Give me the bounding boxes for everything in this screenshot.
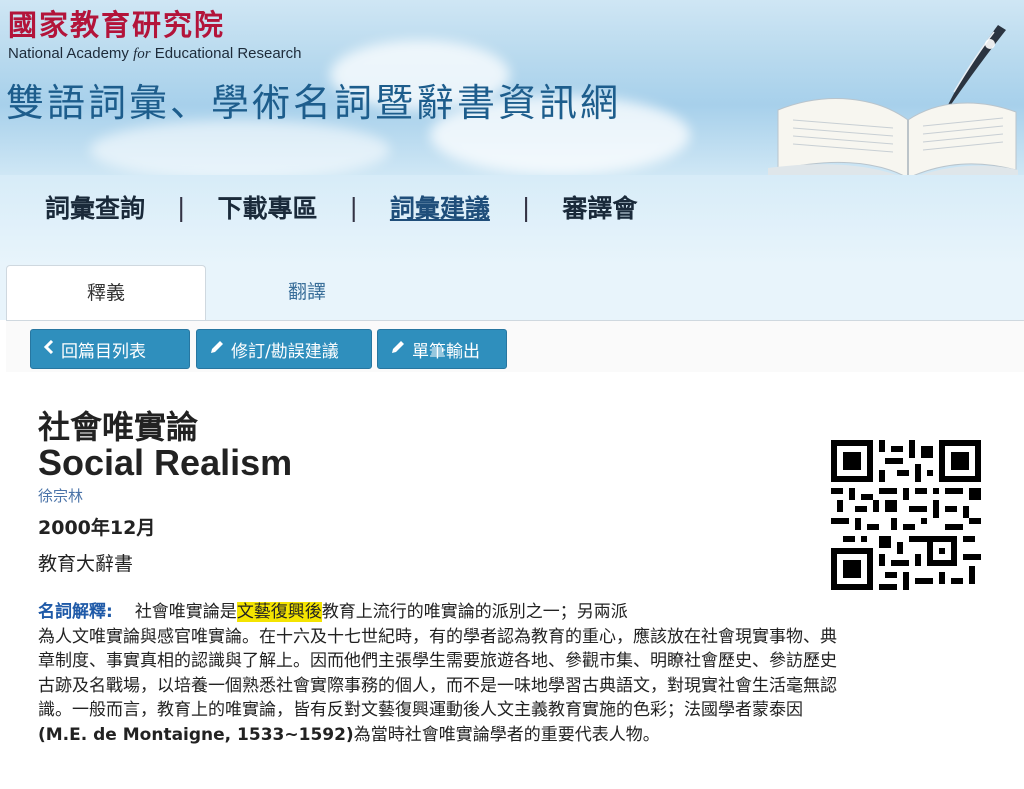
entry-content: 社會唯實論 Social Realism 徐宗林 2000年12月 教育大辭書 <box>6 372 1024 789</box>
nav-item-term-search[interactable]: 詞彙查詢 <box>45 189 145 225</box>
definition-line: (M.E. de Montaigne, 1533~1592)為當時社會唯實論學者… <box>38 723 1023 748</box>
definition-line: 古跡及名戰場，以培養一個熟悉社會實際事務的個人，而不是一味地學習古典語文，對現實… <box>38 675 837 696</box>
cloud-decoration <box>90 120 390 175</box>
nav-item-downloads[interactable]: 下載專區 <box>217 189 317 225</box>
tab-definition[interactable]: 釋義 <box>6 265 206 321</box>
main-nav-items: 詞彙查詢 | 下載專區 | 詞彙建議 | 審譯會 <box>45 189 637 225</box>
author-name: 徐宗林 <box>38 487 84 505</box>
definition-text-rest: 教育上流行的唯實論的派別之一；另兩派 <box>321 602 628 622</box>
main-nav: 詞彙查詢 | 下載專區 | 詞彙建議 | 審譯會 <box>0 175 1024 265</box>
definition-label: 名詞解釋: <box>38 602 113 622</box>
chevron-left-icon <box>43 339 55 359</box>
nav-separator: | <box>521 192 531 222</box>
definition-text-start: 社會唯實論是 <box>134 602 237 622</box>
header-banner: 國家教育研究院 National Academy for Educational… <box>0 0 1024 175</box>
tabs-bar: 釋義 翻譯 <box>0 265 1024 321</box>
action-toolbar: 回篇目列表 修訂/勘誤建議 單筆輸出 <box>6 320 1024 374</box>
org-logo-en[interactable]: National Academy for Educational Researc… <box>8 45 302 63</box>
export-single-button[interactable]: 單筆輸出 <box>377 329 507 369</box>
qr-code <box>831 440 981 590</box>
definition-line: 為人文唯實論與感官唯實論。在十六及十七世紀時，有的學者認為教育的重心，應該放在社… <box>38 626 837 647</box>
nav-separator: | <box>349 192 358 222</box>
definition-text-end: 為當時社會唯實論學者的重要代表人物。 <box>353 724 660 745</box>
definition-text: 名詞解釋: 社會唯實論是文藝復興後教育上流行的唯實論的派別之一；另兩派 為人文唯實… <box>38 600 1023 747</box>
suggest-correction-button[interactable]: 修訂/勘誤建議 <box>196 329 372 369</box>
definition-line: 章制度、事實真相的認識與了解上。因而他們主張學生需要旅遊各地、參觀市集、明瞭社會… <box>38 651 837 671</box>
citation-name: (M.E. de Montaigne, 1533~1592) <box>38 724 354 745</box>
suggest-correction-label: 修訂/勘誤建議 <box>231 341 339 362</box>
nav-item-term-suggestion[interactable]: 詞彙建議 <box>390 189 490 225</box>
back-to-list-button[interactable]: 回篇目列表 <box>30 329 190 369</box>
term-title-en: Social Realism <box>38 442 293 483</box>
open-book-illustration <box>768 25 1018 175</box>
site-title: 雙語詞彙、學術名詞暨辭書資訊網 <box>6 81 622 125</box>
export-single-label: 單筆輸出 <box>412 341 480 362</box>
back-to-list-label: 回篇目列表 <box>61 341 146 362</box>
definition-line: 名詞解釋: 社會唯實論是文藝復興後教育上流行的唯實論的派別之一；另兩派 <box>38 600 1023 625</box>
publish-date: 2000年12月 <box>38 517 156 539</box>
tab-translation[interactable]: 翻譯 <box>208 265 406 320</box>
pencil-icon <box>390 339 406 360</box>
pencil-icon <box>209 339 225 360</box>
source-book: 教育大辭書 <box>38 553 134 575</box>
nav-item-review-committee[interactable]: 審譯會 <box>562 189 637 225</box>
org-logo-zh[interactable]: 國家教育研究院 <box>8 2 225 44</box>
definition-line: 識。一般而言，教育上的唯實論，皆有反對文藝復興運動後人文主義教育實施的色彩；法國… <box>38 700 803 720</box>
highlighted-term: 文藝復興後 <box>236 602 322 622</box>
nav-separator: | <box>177 192 186 222</box>
